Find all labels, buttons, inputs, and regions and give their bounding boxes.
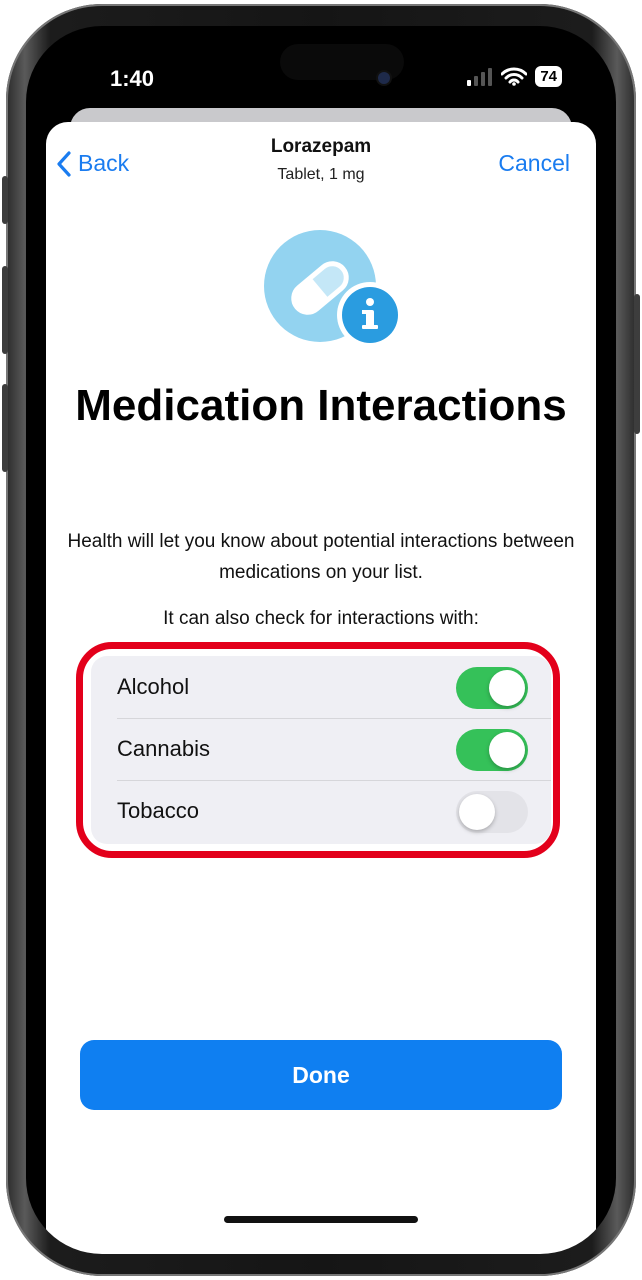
action-button: [2, 176, 8, 224]
done-button[interactable]: Done: [80, 1040, 562, 1110]
signal-icon: [467, 67, 493, 86]
back-label: Back: [78, 150, 130, 176]
page-title: Medication Interactions: [75, 381, 567, 430]
power-button: [634, 294, 640, 434]
medication-name: Lorazepam: [270, 136, 372, 157]
highlight-outline: [76, 642, 560, 858]
back-button[interactable]: Back: [56, 150, 129, 177]
camera-icon: [378, 72, 390, 84]
description-text: Health will let you know about potential…: [67, 531, 575, 583]
volume-down-button: [2, 384, 8, 472]
medication-dose: Tablet, 1 mg: [277, 166, 365, 183]
status-icons: 74: [467, 66, 562, 87]
battery-indicator: 74: [535, 66, 562, 87]
volume-up-button: [2, 266, 8, 354]
status-time: 1:40: [110, 66, 155, 91]
chevron-left-icon: [57, 150, 71, 177]
nav-title: Lorazepam Tablet, 1 mg: [226, 136, 416, 184]
home-indicator[interactable]: [224, 1216, 418, 1223]
cancel-button[interactable]: Cancel: [498, 150, 570, 177]
wifi-icon: [501, 67, 528, 86]
phone-screen: 1:40 74 Back Lorazepam Tablet, 1 mg Canc…: [26, 26, 616, 1254]
medication-info-icon: [264, 230, 403, 348]
interaction-prompt: It can also check for interactions with:: [163, 608, 479, 629]
